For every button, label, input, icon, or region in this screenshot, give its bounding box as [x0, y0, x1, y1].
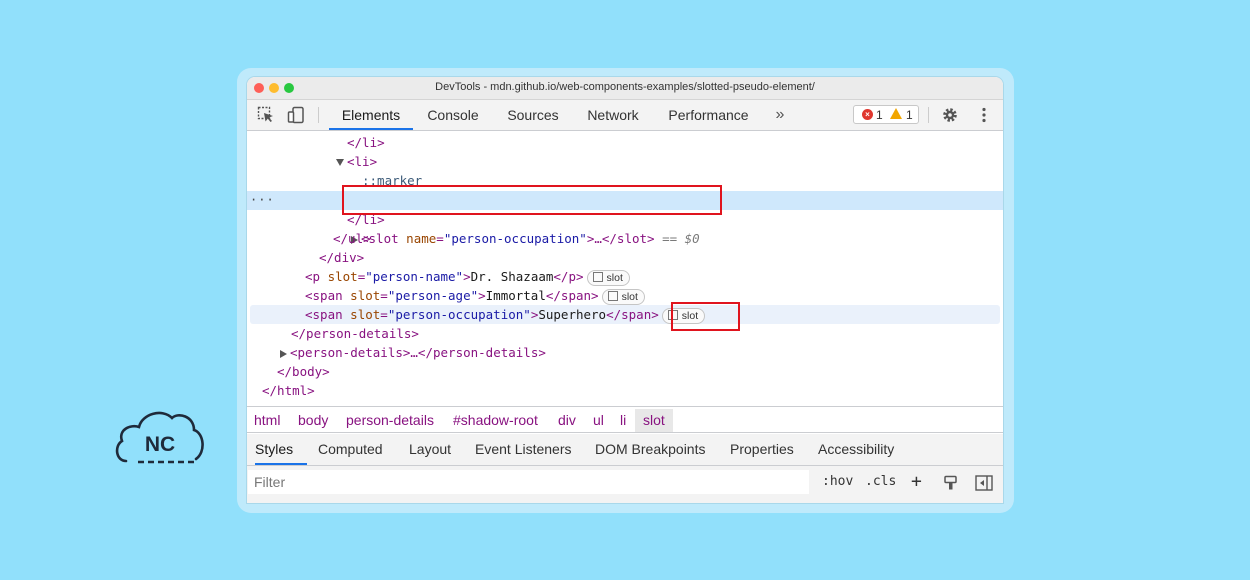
reveal-slot-icon — [607, 290, 618, 301]
dom-node[interactable]: </ul> — [247, 229, 1003, 248]
tab-styles[interactable]: Styles — [255, 434, 307, 465]
slot-badge[interactable]: slot — [601, 288, 645, 305]
tag-text: </span> — [545, 288, 599, 303]
attribute-value: "person-occupation" — [387, 307, 531, 322]
breadcrumb-item-li[interactable]: li — [620, 411, 626, 430]
tag-text: </p> — [553, 269, 584, 284]
inspect-element-icon[interactable] — [257, 106, 275, 124]
attribute-value: "person-age" — [387, 288, 479, 303]
dom-tree: </li> <li> ::marker ··· <slot name="pers… — [247, 131, 1003, 405]
tab-network[interactable]: Network — [578, 100, 648, 130]
dom-node[interactable]: </person-details> — [247, 324, 1003, 343]
expand-arrow-icon[interactable] — [336, 159, 344, 166]
text-node: Immortal — [485, 288, 546, 303]
breadcrumb-item-shadow-root[interactable]: #shadow-root — [453, 411, 538, 430]
tab-dom-breakpoints[interactable]: DOM Breakpoints — [595, 434, 705, 465]
tab-performance[interactable]: Performance — [660, 100, 757, 130]
tab-accessibility[interactable]: Accessibility — [818, 434, 894, 465]
more-options-icon[interactable] — [975, 106, 993, 124]
issues-counter[interactable]: × 1 1 — [853, 105, 919, 124]
breadcrumb: html body person-details #shadow-root di… — [247, 406, 1003, 433]
tag-text: </span> — [606, 307, 659, 322]
node-actions-icon[interactable]: ··· — [250, 191, 275, 210]
tab-sources[interactable]: Sources — [498, 100, 568, 130]
window-title: DevTools - mdn.github.io/web-components-… — [435, 81, 815, 93]
dom-node[interactable]: <p slot="person-name">Dr. Shazaam</p> slo… — [247, 267, 1003, 286]
expand-arrow-icon[interactable] — [280, 349, 287, 358]
slot-badge-label: slot — [606, 271, 623, 284]
sidebar-tabs: Styles Computed Layout Event Listeners D… — [247, 434, 1003, 466]
styles-filter-input[interactable]: Filter — [248, 470, 809, 494]
error-count: 1 — [876, 108, 883, 122]
dom-node-hovered[interactable]: <span slot="person-occupation">Superhero… — [250, 305, 1000, 324]
dom-node[interactable]: </html> — [247, 381, 1003, 400]
paint-brush-icon[interactable] — [943, 475, 959, 491]
breadcrumb-item-body[interactable]: body — [298, 411, 328, 430]
highlight-box — [342, 185, 722, 215]
main-toolbar: Elements Console Sources Network Perform… — [247, 100, 1003, 131]
slot-badge-label: slot — [621, 290, 638, 303]
tag-text: </ul> — [333, 231, 371, 246]
device-toolbar-icon[interactable] — [287, 106, 305, 124]
warning-count: 1 — [906, 108, 913, 122]
toggle-sidebar-icon[interactable] — [975, 475, 993, 491]
tab-layout[interactable]: Layout — [409, 434, 451, 465]
dom-node[interactable]: </body> — [247, 362, 1003, 381]
dom-node[interactable]: <person-details>…</person-details> — [247, 343, 1003, 362]
attribute-name: slot — [350, 288, 381, 303]
toolbar-separator — [318, 107, 319, 123]
tag-text: <p — [305, 269, 321, 284]
breadcrumb-item-person-details[interactable]: person-details — [346, 411, 434, 430]
settings-gear-icon[interactable] — [941, 106, 959, 124]
tag-text: > — [463, 269, 471, 284]
dom-node[interactable]: </div> — [247, 248, 1003, 267]
dom-node[interactable]: </li> — [247, 133, 1003, 152]
highlight-box — [671, 302, 740, 331]
breadcrumb-item-slot[interactable]: slot — [635, 409, 673, 432]
tab-event-listeners[interactable]: Event Listeners — [475, 434, 572, 465]
attribute-name: slot — [327, 269, 358, 284]
dom-node[interactable]: <span slot="person-age">Immortal</span> s… — [247, 286, 1003, 305]
tag-text: <person-details>…</person-details> — [290, 345, 546, 360]
devtools-window: DevTools - mdn.github.io/web-components-… — [247, 77, 1003, 503]
tag-text: > — [478, 288, 486, 303]
attribute-value: "person-name" — [365, 269, 464, 284]
styles-toolbar: Filter :hov .cls + — [247, 466, 1003, 503]
attribute-name: slot — [350, 307, 381, 322]
toolbar-separator — [928, 107, 929, 123]
breadcrumb-item-div[interactable]: div — [558, 411, 576, 430]
tag-text: <span — [305, 307, 343, 322]
logo-text: NC — [145, 433, 175, 456]
nc-cloud-logo-icon: NC — [115, 411, 204, 464]
error-icon: × — [862, 109, 873, 120]
new-style-rule-button[interactable]: + — [911, 470, 922, 494]
tag-text: <li> — [347, 154, 378, 169]
tag-text: </div> — [319, 250, 365, 265]
tab-console[interactable]: Console — [418, 100, 488, 130]
tag-text: </li> — [347, 135, 385, 150]
class-toggle-button[interactable]: .cls — [865, 470, 896, 494]
tab-computed[interactable]: Computed — [318, 434, 383, 465]
tag-text: </html> — [262, 383, 315, 398]
title-bar: DevTools - mdn.github.io/web-components-… — [247, 77, 1003, 100]
warning-icon — [890, 108, 902, 119]
breadcrumb-item-ul[interactable]: ul — [593, 411, 604, 430]
tab-properties[interactable]: Properties — [730, 434, 794, 465]
tag-text: <span — [305, 288, 343, 303]
tag-text: </person-details> — [291, 326, 419, 341]
more-tabs-icon[interactable]: » — [769, 100, 791, 130]
text-node: Superhero — [538, 307, 607, 322]
dom-node[interactable]: <li> — [247, 152, 1003, 171]
tag-text: </body> — [277, 364, 330, 379]
tab-elements[interactable]: Elements — [329, 100, 413, 130]
breadcrumb-item-html[interactable]: html — [254, 411, 280, 430]
slot-badge[interactable]: slot — [586, 269, 630, 286]
hover-state-button[interactable]: :hov — [822, 470, 853, 494]
reveal-slot-icon — [592, 271, 603, 282]
text-node: Dr. Shazaam — [470, 269, 554, 284]
